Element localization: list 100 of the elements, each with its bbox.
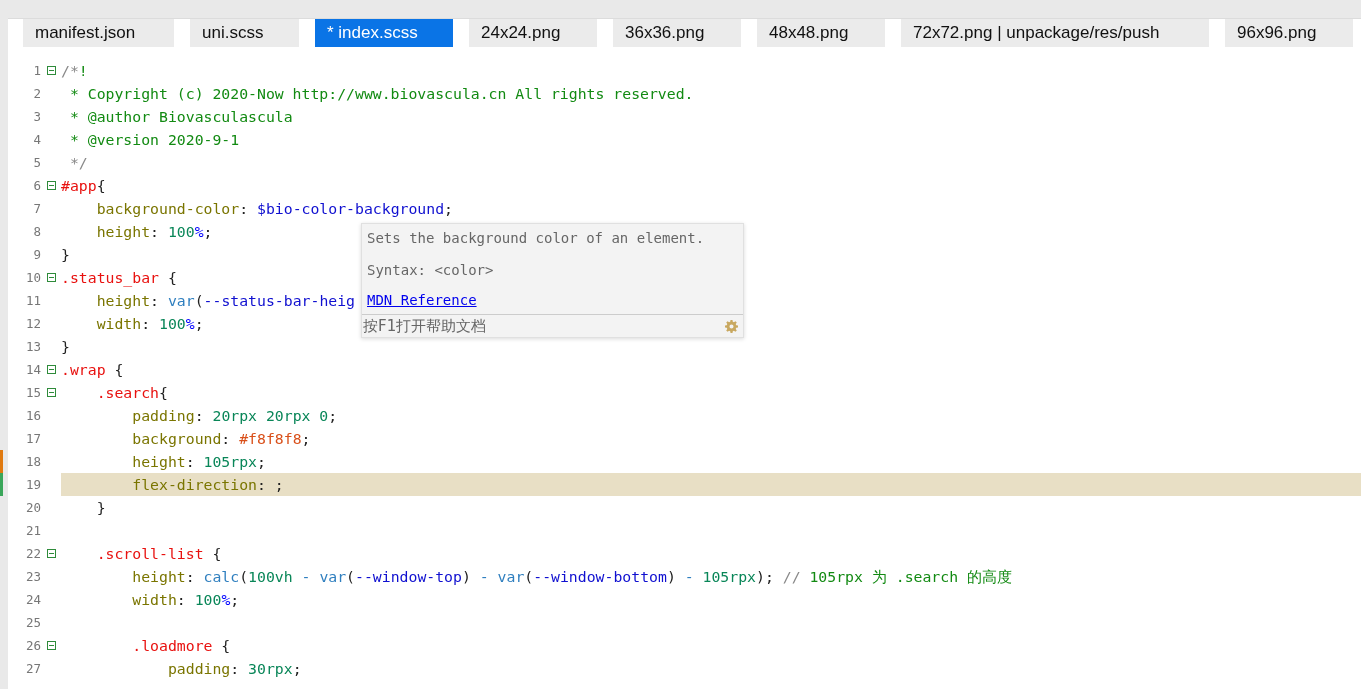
code-token: { (166, 269, 177, 286)
code-token: height (131, 453, 186, 470)
code-token: { (113, 361, 124, 378)
editor-tab[interactable]: * index.scss (315, 19, 453, 47)
code-token: 30rpx (248, 660, 293, 677)
fold-icon[interactable] (46, 549, 56, 558)
line-number: 12 (24, 316, 41, 331)
tooltip-description: Sets the background color of an element. (366, 229, 706, 248)
line-number: 2 (32, 86, 41, 101)
line-number: 25 (24, 615, 41, 630)
tooltip-syntax: Syntax: <color> (366, 261, 495, 280)
fold-icon[interactable] (46, 365, 56, 374)
code-token: $bio-color-background (257, 200, 445, 217)
line-number: 27 (24, 661, 41, 676)
editor-tab[interactable]: uni.scss (190, 19, 299, 47)
code-comment: /* (61, 62, 79, 79)
code-token: --window-bottom (533, 568, 667, 585)
code-token: } (61, 246, 70, 263)
code-token: ) (666, 568, 676, 585)
code-token: ( (194, 292, 204, 309)
line-number: 1 (32, 63, 41, 78)
line-number: 4 (32, 132, 41, 147)
line-number: 13 (24, 339, 41, 354)
code-token: .wrap (61, 361, 106, 378)
code-token: 20rpx 20rpx 0 (212, 407, 329, 424)
code-token: background-color (95, 200, 240, 217)
line-number: 7 (32, 201, 41, 216)
fold-icon[interactable] (46, 388, 56, 397)
code-token: 105rpx (203, 453, 257, 470)
line-number: 21 (24, 523, 41, 538)
code-token: ; (301, 430, 311, 447)
code-token: background (131, 430, 222, 447)
code-comment: */ (68, 154, 88, 171)
code-token: height (95, 292, 151, 309)
code-token: : (239, 200, 250, 217)
fold-icon[interactable] (46, 66, 56, 75)
code-token: ; (328, 407, 338, 424)
editor-tab[interactable]: 36x36.png (613, 19, 741, 47)
line-number: 26 (24, 638, 41, 653)
tooltip-footer: 按F1打开帮助文档 (363, 316, 487, 336)
code-token: : (150, 292, 160, 309)
code-token: ( (524, 568, 534, 585)
fold-icon[interactable] (46, 641, 56, 650)
code-token: width (95, 315, 142, 332)
code-token: : (150, 223, 160, 240)
code-token: var (167, 292, 195, 309)
code-token: ) (461, 568, 471, 585)
line-number: 14 (24, 362, 41, 377)
code-token: 105rpx (702, 568, 756, 585)
code-token: { (211, 545, 222, 562)
line-number: 18 (24, 454, 41, 469)
fold-icon[interactable] (46, 273, 56, 282)
code-token: : ; (257, 476, 284, 493)
code-token: { (96, 177, 106, 194)
line-number: 24 (24, 592, 41, 607)
code-token: - var (478, 568, 525, 585)
line-number: 16 (24, 408, 41, 423)
code-token: - (683, 568, 695, 585)
editor-tab[interactable]: 24x24.png (469, 19, 597, 47)
code-token: : (185, 568, 196, 585)
editor-tab[interactable]: 96x96.png (1225, 19, 1353, 47)
code-token: % (185, 315, 195, 332)
code-comment: * Copyright (c) 2020-Now http://www.biovascula.cn All rights reserved. (68, 85, 694, 102)
code-comment: ! (78, 62, 88, 79)
editor-tab[interactable]: manifest.json (23, 19, 174, 47)
line-number: 17 (24, 431, 41, 446)
code-token: ; (257, 453, 266, 470)
code-token: : (176, 591, 187, 608)
code-token: { (220, 637, 231, 654)
code-token: } (95, 499, 106, 516)
code-token: padding (131, 407, 195, 424)
code-token: % (194, 223, 204, 240)
code-token: ; (230, 591, 240, 608)
code-token: --status-bar-heig (203, 292, 356, 309)
code-token: : (141, 315, 152, 332)
line-number: 5 (32, 155, 41, 170)
code-token: : (185, 453, 196, 470)
code-comment: // (782, 568, 801, 585)
mdn-reference-link[interactable]: MDN Reference (362, 288, 482, 314)
code-token: 100 (194, 591, 222, 608)
code-comment: 105rpx 为 .search 的高度 (808, 568, 1012, 585)
code-token: 100 (159, 315, 186, 332)
editor-tab[interactable]: 48x48.png (757, 19, 885, 47)
code-token: : (230, 660, 241, 677)
line-number: 8 (32, 224, 41, 239)
code-token: % (221, 591, 231, 608)
editor-tab[interactable]: 72x72.png | unpackage/res/push (901, 19, 1209, 47)
code-token: : (194, 407, 205, 424)
code-token: height (95, 223, 151, 240)
line-number: 9 (32, 247, 41, 262)
code-token: } (61, 338, 70, 355)
code-token: .loadmore (131, 637, 213, 654)
code-token: --window-top (355, 568, 462, 585)
code-token: - var (300, 568, 347, 585)
code-token: padding (166, 660, 231, 677)
code-token: { (159, 384, 168, 401)
code-token: 100vh (248, 568, 293, 585)
code-token: height (131, 568, 186, 585)
fold-icon[interactable] (46, 181, 56, 190)
code-token: ( (239, 568, 249, 585)
